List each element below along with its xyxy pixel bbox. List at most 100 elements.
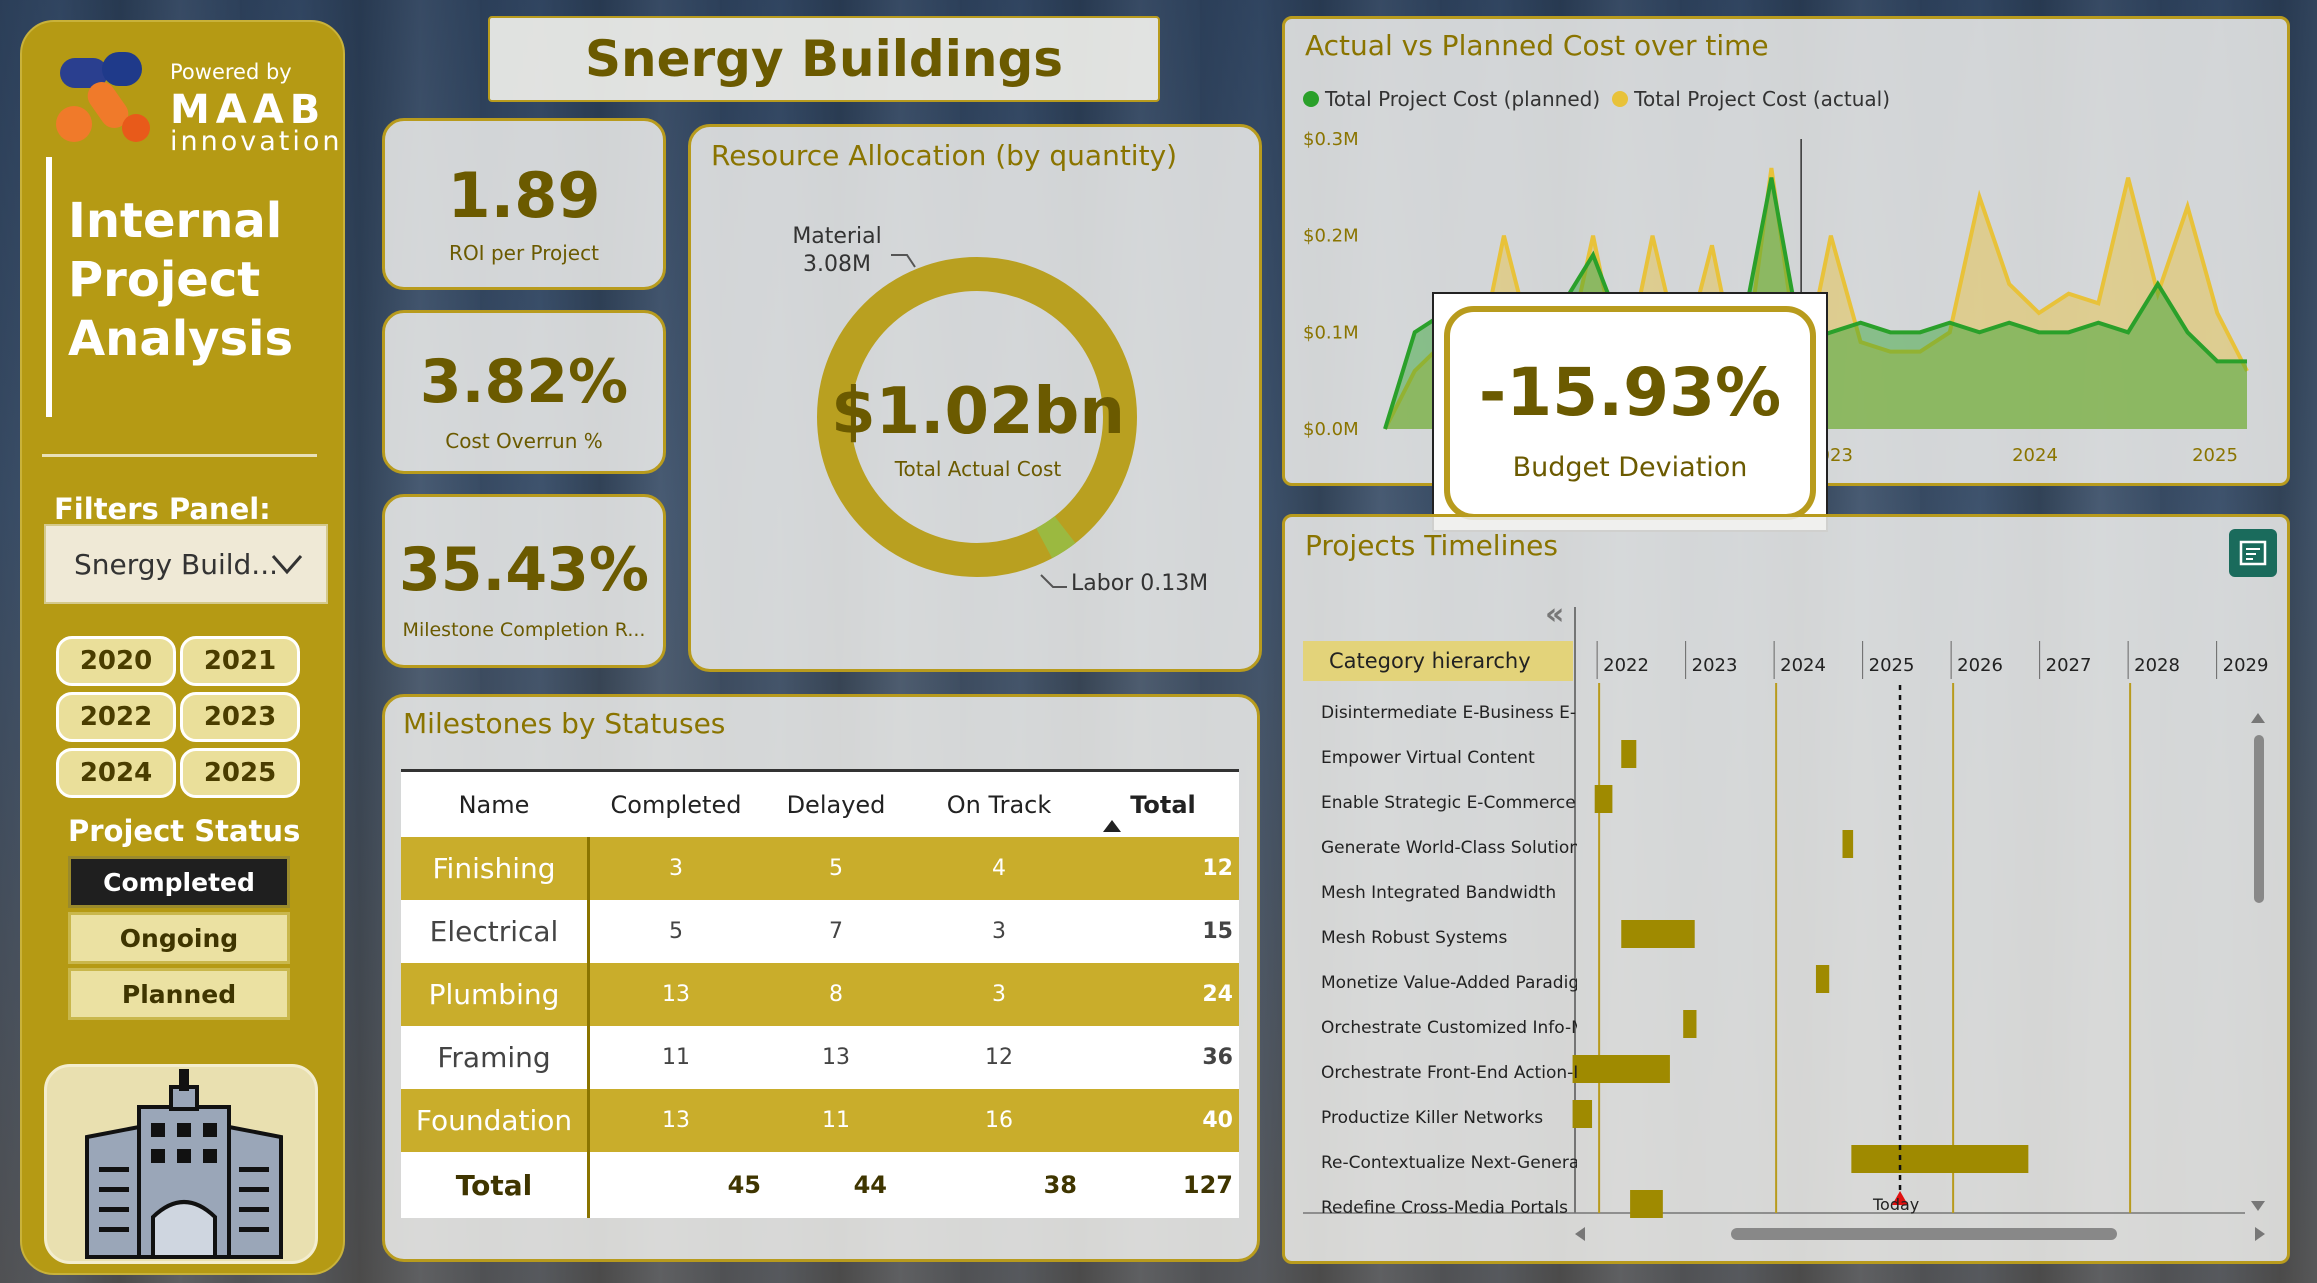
gantt-bar[interactable] (1621, 920, 1695, 948)
timeline-project-label[interactable]: Orchestrate Front-End Action-Ite (1321, 1063, 1577, 1083)
timeline-project-label[interactable]: Generate World-Class Solutions (1321, 838, 1577, 858)
status-ongoing-button[interactable]: Ongoing (68, 912, 290, 964)
powered-by-text: Powered by (170, 60, 292, 84)
timeline-project-label[interactable]: Mesh Robust Systems (1321, 928, 1577, 948)
roi-label: ROI per Project (449, 241, 599, 265)
gantt-bar[interactable] (1815, 965, 1830, 993)
table-cell-name: Foundation (415, 1104, 573, 1137)
labor-label: Labor 0.13M (1071, 571, 1209, 596)
table-row[interactable]: Electrical 5 7 3 15 (401, 900, 1239, 963)
table-cell-on-track: 3 (992, 982, 1006, 1007)
column-header-completed[interactable]: Completed (591, 772, 761, 837)
report-title: Internal Project Analysis (68, 192, 328, 369)
report-title-line-2: Project (68, 252, 261, 308)
table-cell-delayed: 7 (829, 919, 843, 944)
year-tick-label: 2025 (1869, 655, 1915, 676)
material-label-group: Material 3.08M (777, 223, 897, 279)
table-cell-total: 24 (1202, 982, 1233, 1007)
timeline-project-label[interactable]: Productize Killer Networks (1321, 1108, 1577, 1128)
milestones-header-row: Name Completed Delayed On Track Total (401, 769, 1239, 837)
total-cell-total: 127 (1182, 1171, 1233, 1199)
column-header-delayed[interactable]: Delayed (761, 772, 911, 837)
gantt-bar[interactable] (1630, 1190, 1663, 1218)
horizontal-scrollbar[interactable] (1575, 1225, 2265, 1243)
gantt-bar[interactable] (1842, 830, 1854, 858)
total-cell-name: Total (455, 1168, 533, 1202)
table-cell-completed: 13 (662, 982, 690, 1007)
table-total-row: Total 45 44 38 127 (401, 1152, 1239, 1218)
total-cell-delayed: 44 (853, 1171, 887, 1199)
table-cell-delayed: 5 (829, 856, 843, 881)
year-2025-button[interactable]: 2025 (180, 748, 300, 798)
year-tick-label: 2022 (1603, 655, 1649, 676)
table-row[interactable]: Finishing 3 5 4 12 (401, 837, 1239, 900)
timeline-project-label[interactable]: Redefine Cross-Media Portals (1321, 1198, 1577, 1218)
table-row[interactable]: Framing 11 13 12 36 (401, 1026, 1239, 1089)
material-value: 3.08M (803, 252, 871, 277)
building-icon (85, 1069, 283, 1259)
budget-deviation-card[interactable]: -15.93% Budget Deviation (1444, 306, 1816, 520)
maab-logo-icon (56, 52, 150, 142)
project-dropdown[interactable]: Snergy Build... (44, 524, 328, 604)
year-2021-button[interactable]: 2021 (180, 636, 300, 686)
gantt-bar[interactable] (1683, 1010, 1697, 1038)
vertical-scrollbar[interactable] (2251, 713, 2265, 1211)
today-label: Today (1873, 1195, 1920, 1214)
row-divider (587, 900, 590, 963)
year-2023-button[interactable]: 2023 (180, 692, 300, 742)
table-cell-name: Finishing (432, 852, 556, 885)
table-cell-total: 40 (1202, 1108, 1233, 1133)
report-title-line-1: Internal (68, 193, 283, 249)
table-cell-on-track: 3 (992, 919, 1006, 944)
row-divider (587, 963, 590, 1026)
gantt-bar[interactable] (1621, 740, 1637, 768)
projects-timelines-card[interactable]: Projects Timelines « Category hierarchy … (1282, 514, 2290, 1264)
year-2024-button[interactable]: 2024 (56, 748, 176, 798)
timeline-project-label[interactable]: Orchestrate Customized Info-Me (1321, 1018, 1577, 1038)
timeline-project-label[interactable]: Mesh Integrated Bandwidth (1321, 883, 1577, 903)
gantt-bar[interactable] (1594, 785, 1613, 813)
year-2020-button[interactable]: 2020 (56, 636, 176, 686)
timeline-project-label[interactable]: Enable Strategic E-Commerce (1321, 793, 1577, 813)
year-tick-label: 2027 (2046, 655, 2092, 676)
table-cell-name: Plumbing (428, 978, 560, 1011)
timeline-project-label[interactable]: Re-Contextualize Next-Generat (1321, 1153, 1577, 1173)
status-completed-button[interactable]: Completed (68, 856, 290, 908)
total-cell-on-track: 38 (1043, 1171, 1077, 1199)
gantt-bar[interactable] (1572, 1055, 1670, 1083)
table-cell-delayed: 11 (822, 1108, 850, 1133)
y-tick-label: $0.2M (1303, 226, 1359, 247)
y-tick-label: $0.3M (1303, 129, 1359, 150)
year-tick-label: 2028 (2134, 655, 2180, 676)
timeline-project-label[interactable]: Empower Virtual Content (1321, 748, 1577, 768)
gantt-bar[interactable] (1851, 1145, 2029, 1173)
cost-overrun-kpi-card[interactable]: 3.82% Cost Overrun % (382, 310, 666, 474)
sort-ascending-icon[interactable] (1103, 820, 1121, 832)
year-2022-button[interactable]: 2022 (56, 692, 176, 742)
x-tick-label: 2024 (2012, 445, 2058, 466)
logo-subtitle: innovation (170, 126, 343, 157)
budget-deviation-value: -15.93% (1478, 354, 1782, 431)
status-planned-button[interactable]: Planned (68, 968, 290, 1020)
column-header-on-track[interactable]: On Track (911, 772, 1087, 837)
milestones-card[interactable]: Milestones by Statuses Name Completed De… (382, 694, 1260, 1262)
timeline-project-label[interactable]: Monetize Value-Added Paradigm (1321, 973, 1577, 993)
milestones-table: Name Completed Delayed On Track Total Fi… (401, 769, 1239, 1218)
column-header-name[interactable]: Name (401, 772, 587, 837)
total-actual-cost-value: $1.02bn (831, 375, 1125, 449)
scrollbar-arrows (2251, 713, 2265, 1211)
resource-allocation-card[interactable]: Resource Allocation (by quantity) Materi… (688, 124, 1262, 672)
filters-panel-label: Filters Panel: (54, 492, 271, 526)
table-row[interactable]: Plumbing 13 8 3 24 (401, 963, 1239, 1026)
building-illustration (44, 1064, 318, 1264)
project-dropdown-value: Snergy Build... (74, 547, 278, 581)
table-row[interactable]: Foundation 13 11 16 40 (401, 1089, 1239, 1152)
page-title: Snergy Buildings (488, 16, 1160, 102)
table-cell-delayed: 8 (829, 982, 843, 1007)
x-tick-label: 2025 (2192, 445, 2238, 466)
milestone-completion-kpi-card[interactable]: 35.43% Milestone Completion R... (382, 494, 666, 668)
timeline-project-label[interactable]: Disintermediate E-Business E-S (1321, 703, 1577, 723)
table-cell-completed: 5 (669, 919, 683, 944)
roi-value: 1.89 (447, 159, 601, 232)
roi-kpi-card[interactable]: 1.89 ROI per Project (382, 118, 666, 290)
